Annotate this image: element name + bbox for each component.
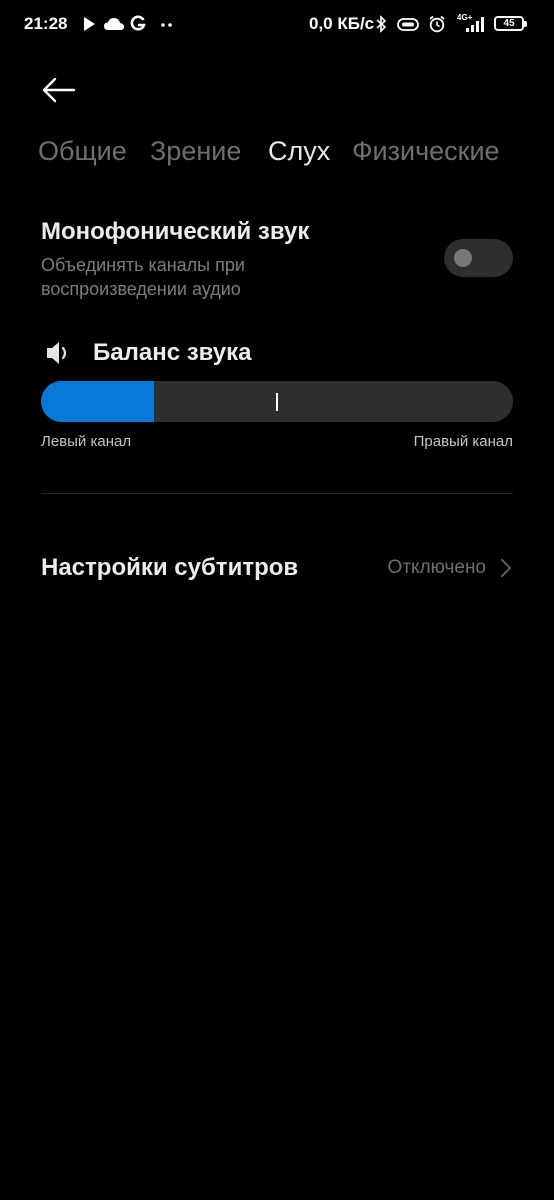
play-icon <box>84 17 95 31</box>
toggle-knob <box>454 249 472 267</box>
back-arrow-icon[interactable] <box>38 72 82 108</box>
status-time: 21:28 <box>24 14 68 33</box>
status-bar: 21:28 0,0 КБ/с 4G+ 45 <box>0 0 554 50</box>
mono-audio-title: Монофонический звук <box>41 218 310 245</box>
alarm-icon <box>429 15 445 33</box>
bluetooth-icon <box>376 15 387 33</box>
balance-center-mark <box>276 393 278 411</box>
tab-general[interactable]: Общие <box>38 136 127 167</box>
speaker-icon <box>47 342 67 364</box>
battery-icon: 45 <box>494 16 527 31</box>
tab-hearing[interactable]: Слух <box>268 136 330 167</box>
balance-slider[interactable] <box>41 381 513 422</box>
network-speed: 0,0 КБ/с <box>309 14 375 33</box>
cloud-icon <box>104 18 124 30</box>
subtitles-settings-row[interactable]: Настройки субтитров Отключено <box>0 535 554 601</box>
signal-icon <box>466 17 484 32</box>
tab-physical[interactable]: Физические <box>352 136 500 167</box>
subtitles-title: Настройки субтитров <box>41 554 299 581</box>
chevron-right-icon <box>501 559 511 577</box>
battery-level: 45 <box>503 18 515 29</box>
divider <box>41 493 513 494</box>
google-icon <box>130 15 146 31</box>
right-channel-label: Правый канал <box>413 433 513 450</box>
balance-title: Баланс звука <box>93 339 252 366</box>
vibrate-icon <box>397 18 419 31</box>
left-channel-label: Левый канал <box>41 433 132 450</box>
more-dots-icon <box>161 23 172 27</box>
mono-audio-description: Объединять каналы при воспроизведении ау… <box>41 255 245 299</box>
balance-slider-fill <box>41 381 155 422</box>
category-tabs: Общие Зрение Слух Физические <box>38 136 528 172</box>
mono-audio-toggle[interactable] <box>444 239 513 277</box>
subtitles-status: Отключено <box>387 557 486 578</box>
tab-vision[interactable]: Зрение <box>150 136 241 167</box>
